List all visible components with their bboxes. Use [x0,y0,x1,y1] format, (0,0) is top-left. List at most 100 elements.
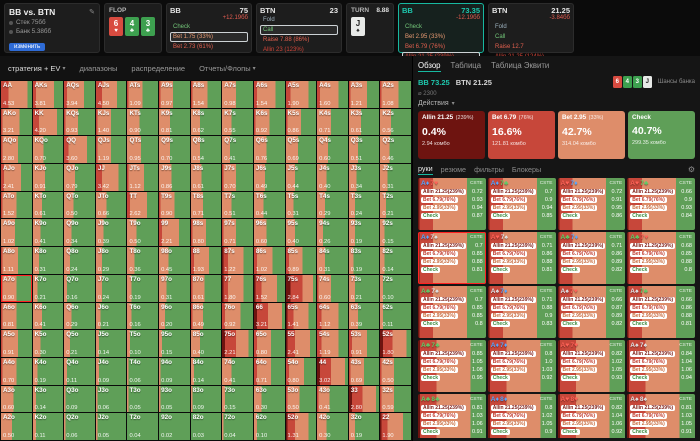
matrix-cell-66[interactable]: 66 3.21 [253,302,285,330]
matrix-cell-Q3o[interactable]: Q3o 0.09 [64,385,95,413]
matrix-cell-A2o[interactable]: A2o 0.50 [1,413,32,440]
matrix-cell-87s[interactable]: 87s 1.22 [222,247,253,274]
node-action[interactable]: Check [402,22,480,32]
matrix-cell-83s[interactable]: 83s 0.19 [348,247,380,274]
matrix-cell-K6o[interactable]: K6o 0.41 [32,302,64,330]
matrix-cell-97o[interactable]: 97o 0.31 [159,274,190,302]
matrix-cell-54s[interactable]: 54s 1.19 [317,330,348,357]
matrix-cell-73s[interactable]: 73s 0.21 [348,274,380,302]
matrix-cell-T8s[interactable]: T8s 0.71 [190,191,222,219]
matrix-cell-A5s[interactable]: A5s 1.90 [285,81,317,108]
matrix-cell-99[interactable]: 99 2.21 [159,219,190,247]
node-action[interactable]: Bet 2.95 (33%) [402,32,480,42]
board-card-6[interactable]: 6 ♥ [109,17,123,36]
matrix-cell-85s[interactable]: 85s 0.89 [285,247,317,274]
node-action[interactable]: Check [170,22,248,32]
matrix-cell-J4s[interactable]: J4s 0.40 [317,164,348,191]
matrix-cell-84o[interactable]: 84o 0.14 [190,357,222,385]
matrix-cell-KJs[interactable]: KJs 1.40 [95,108,127,136]
matrix-cell-K7o[interactable]: K7o 0.21 [32,274,64,302]
toolbar-item-strategy-ev[interactable]: стратегия + EV ▾ [8,64,65,73]
board-card-3[interactable]: 3 [632,76,642,88]
matrix-cell-J2o[interactable]: J2o 0.05 [95,413,127,440]
matrix-cell-AKo[interactable]: AKo 3.21 [1,108,32,136]
matrix-cell-92s[interactable]: 92s 0.15 [380,219,411,247]
matrix-cell-T6o[interactable]: T6o 0.16 [127,302,159,330]
node-action[interactable]: Raise 7.88 (86%) [260,35,338,45]
matrix-cell-32s[interactable]: 32s 0.59 [380,385,411,413]
combo-cell-12[interactable]: A♣7♣ CSTE Allin 21.25(239%) 0.85 Bet 6.79(76… [418,340,486,392]
matrix-cell-QQ[interactable]: QQ 3.60 [64,136,95,164]
matrix-cell-75o[interactable]: 75o 2.21 [222,330,253,357]
matrix-cell-T9o[interactable]: T9o 0.50 [127,219,159,247]
matrix-cell-96s[interactable]: 96s 0.60 [253,219,285,247]
matrix-cell-T4s[interactable]: T4s 0.29 [317,191,348,219]
matrix-cell-AKs[interactable]: AKs 3.81 [32,81,64,108]
matrix-cell-J9s[interactable]: J9s 0.86 [159,164,190,191]
toolbar-item-ranges[interactable]: диапазоны [79,64,117,73]
matrix-cell-84s[interactable]: 84s 0.31 [317,247,348,274]
matrix-cell-Q8o[interactable]: Q8o 0.24 [64,247,95,274]
matrix-cell-86s[interactable]: 86s 1.02 [253,247,285,274]
matrix-cell-T2s[interactable]: T2s 0.21 [380,191,411,219]
matrix-cell-K2o[interactable]: K2o 0.11 [32,413,64,440]
matrix-cell-64o[interactable]: 64o 0.71 [253,357,285,385]
matrix-cell-63o[interactable]: 63o 0.30 [253,385,285,413]
node-action[interactable]: Call [492,32,570,42]
matrix-cell-KK[interactable]: KK 4.20 [32,108,64,136]
matrix-cell-K5o[interactable]: K5o 0.30 [32,330,64,357]
combo-cell-18[interactable]: A♥8♥ CSTE Allin 21.25(239%) 0.82 Bet 6.79(76… [557,394,626,438]
combo-cell-1[interactable]: A♦7♣ CSTE Allin 21.25(239%) 0.7 Bet 6.79(76%… [487,178,556,230]
filter-tab-filters[interactable]: фильтры [474,165,504,174]
combo-cell-3[interactable]: A♥7♣ CSTE Allin 21.25(239%) 0.66 Bet 6.79(76… [627,178,695,230]
matrix-cell-Q4o[interactable]: Q4o 0.11 [64,357,95,385]
combo-cell-13[interactable]: A♦7♦ CSTE Allin 21.25(239%) 0.8 Bet 6.79(76%… [487,340,556,392]
matrix-cell-98s[interactable]: 98s 0.80 [190,219,222,247]
matrix-cell-J8o[interactable]: J8o 0.29 [95,247,127,274]
matrix-cell-J3o[interactable]: J3o 0.06 [95,385,127,413]
matrix-cell-86o[interactable]: 86o 0.49 [190,302,222,330]
node-action[interactable]: Bet 1.75 (33%) [170,32,248,42]
tab-equity-table[interactable]: Таблица Эквити [491,61,549,72]
node-action[interactable]: Bet 2.73 (61%) [170,42,248,52]
combo-cell-17[interactable]: A♦8♦ CSTE Allin 21.25(239%) 0.8 Bet 6.79(76%… [487,394,556,438]
matrix-cell-53o[interactable]: 53o 0.50 [285,385,317,413]
matrix-cell-Q7s[interactable]: Q7s 0.41 [222,136,253,164]
matrix-cell-QJo[interactable]: QJo 0.79 [64,164,95,191]
matrix-cell-J7o[interactable]: J7o 0.24 [95,274,127,302]
matrix-cell-K9o[interactable]: K9o 0.41 [32,219,64,247]
combo-cell-10[interactable]: A♠7♥ CSTE Allin 21.25(239%) 0.66 Bet 6.79(76… [557,286,626,338]
matrix-cell-93s[interactable]: 93s 0.19 [348,219,380,247]
matrix-cell-98o[interactable]: 98o 0.45 [159,247,190,274]
matrix-cell-52s[interactable]: 52s 1.80 [380,330,411,357]
combo-cell-0[interactable]: A♦7♥ CSTE Allin 21.25(239%) 0.72 Bet 6.79(76… [418,178,486,230]
matrix-cell-K2s[interactable]: K2s 0.56 [380,108,411,136]
matrix-cell-A6s[interactable]: A6s 1.54 [253,81,285,108]
matrix-cell-72s[interactable]: 72s 0.10 [380,274,411,302]
combo-cell-14[interactable]: A♥7♥ CSTE Allin 21.25(239%) 0.82 Bet 6.79(76… [557,340,626,392]
matrix-cell-Q6s[interactable]: Q6s 0.76 [253,136,285,164]
matrix-cell-74o[interactable]: 74o 0.41 [222,357,253,385]
matrix-cell-Q8s[interactable]: Q8s 0.54 [190,136,222,164]
matrix-cell-J6s[interactable]: J6s 0.49 [253,164,285,191]
matrix-cell-A3s[interactable]: A3s 1.21 [348,81,380,108]
combo-cell-16[interactable]: A♣8♣ CSTE Allin 21.25(239%) 0.81 Bet 6.79(76… [418,394,486,438]
node-action[interactable]: Fold [260,15,338,25]
matrix-cell-K4s[interactable]: K4s 0.71 [317,108,348,136]
matrix-cell-K7s[interactable]: K7s 0.55 [222,108,253,136]
matrix-cell-55[interactable]: 55 2.41 [285,330,317,357]
matrix-cell-T7o[interactable]: T7o 0.19 [127,274,159,302]
matrix-cell-43o[interactable]: 43o 0.41 [317,385,348,413]
matrix-cell-T3s[interactable]: T3s 0.24 [348,191,380,219]
combo-cell-7[interactable]: A♣7♥ CSTE Allin 21.25(239%) 0.68 Bet 6.79(76… [627,232,695,284]
matrix-cell-93o[interactable]: 93o 0.05 [159,385,190,413]
combo-cell-4[interactable]: A♦7♠ CSTE Allin 21.25(239%) 0.7 Bet 6.79(76%… [418,232,486,284]
matrix-cell-95o[interactable]: 95o 0.15 [159,330,190,357]
matrix-cell-T3o[interactable]: T3o 0.05 [127,385,159,413]
matrix-cell-KQo[interactable]: KQo 0.70 [32,136,64,164]
tab-overview[interactable]: Обзор [418,61,441,72]
matrix-cell-J3s[interactable]: J3s 0.34 [348,164,380,191]
matrix-cell-AQs[interactable]: AQs 3.94 [64,81,95,108]
matrix-cell-Q5o[interactable]: Q5o 0.21 [64,330,95,357]
matrix-cell-T5s[interactable]: T5s 0.31 [285,191,317,219]
